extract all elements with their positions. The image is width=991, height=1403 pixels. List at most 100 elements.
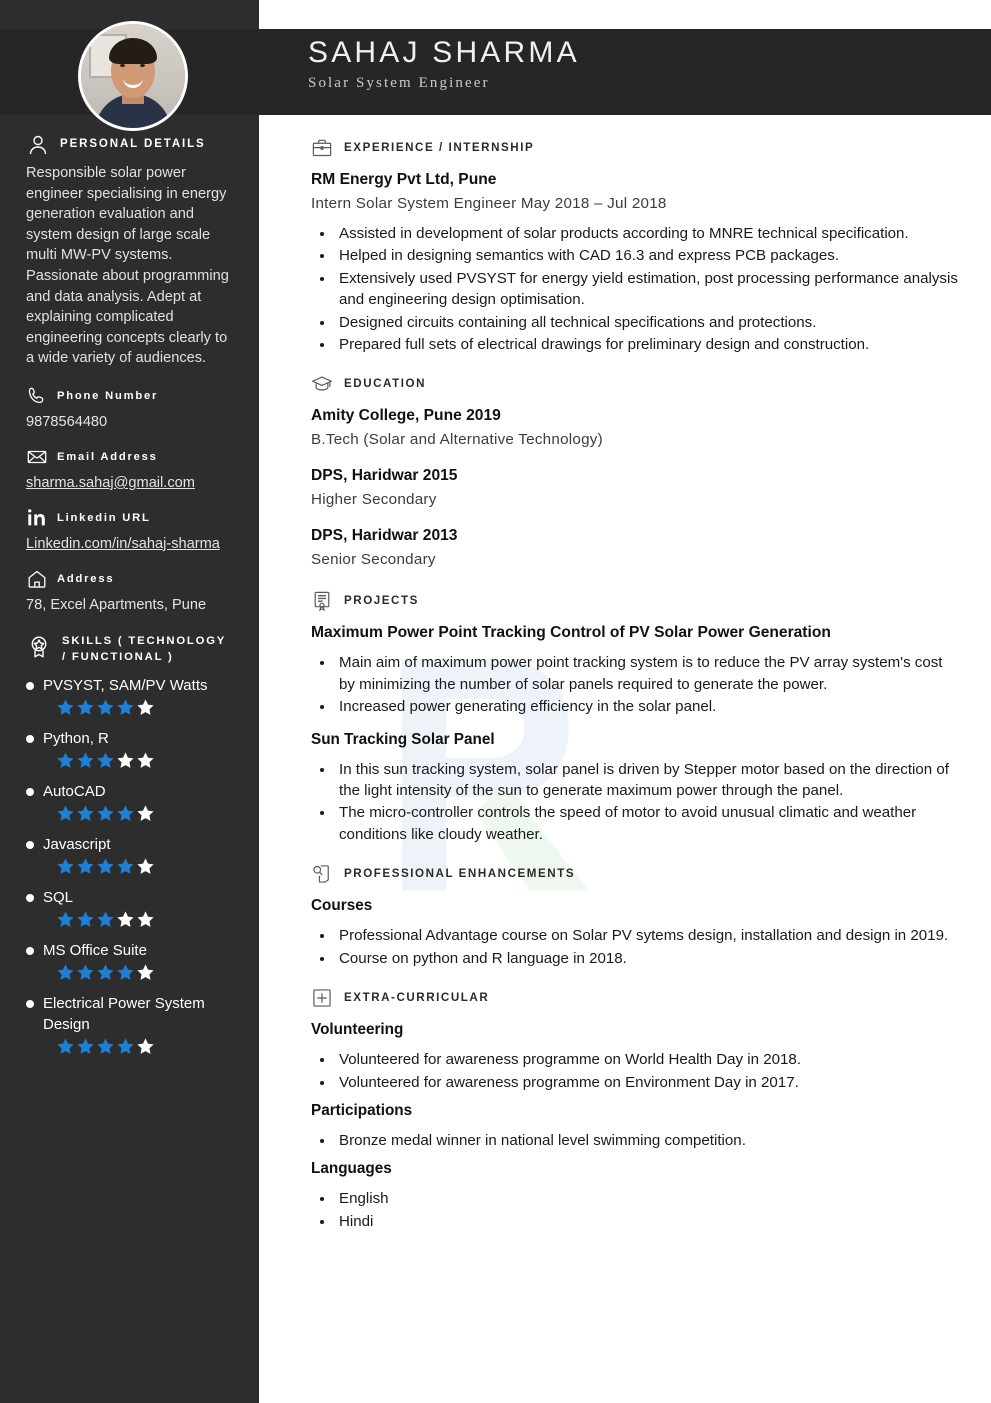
education-degree: Higher Secondary: [311, 491, 437, 509]
skill-name: SQL: [43, 888, 74, 906]
group-bullets: Volunteered for awareness programme on W…: [311, 1049, 961, 1093]
education-entry: DPS, Haridwar 2013 Senior Secondary: [311, 524, 961, 572]
skill-rating-stars: [56, 910, 233, 929]
award-badge-icon: [26, 634, 52, 660]
education-school: DPS, Haridwar 2015: [311, 467, 458, 485]
experience-bullets: Assisted in development of solar product…: [311, 223, 961, 355]
list-item: English: [335, 1188, 961, 1209]
extra-curricular-group: Volunteering Volunteered for awareness pr…: [311, 1018, 961, 1093]
group-bullets: Bronze medal winner in national level sw…: [311, 1130, 961, 1151]
extra-curricular-group: Languages EnglishHindi: [311, 1157, 961, 1232]
professional-enhancements-list: Courses Professional Advantage course on …: [311, 894, 961, 969]
contact-phone: Phone Number 9878564480: [26, 385, 233, 432]
education-school: DPS, Haridwar 2013: [311, 527, 458, 545]
skill-rating-stars: [56, 857, 233, 876]
list-item: Assisted in development of solar product…: [335, 223, 961, 244]
personal-details-header: PERSONAL DETAILS: [26, 133, 233, 157]
list-item: Prepared full sets of electrical drawing…: [335, 334, 961, 355]
home-icon: [26, 568, 48, 590]
sidebar: PERSONAL DETAILS Responsible solar power…: [0, 115, 259, 1067]
list-item: Professional Advantage course on Solar P…: [335, 925, 961, 946]
list-item: In this sun tracking system, solar panel…: [335, 759, 961, 802]
education-entry: Amity College, Pune 2019 B.Tech (Solar an…: [311, 404, 961, 452]
linkedin-label: Linkedin URL: [57, 511, 151, 524]
main-content: EXPERIENCE / INTERNSHIP RM Energy Pvt Lt…: [259, 115, 991, 1250]
skill-name: MS Office Suite: [43, 941, 147, 959]
phone-label: Phone Number: [57, 389, 159, 402]
skill-item: Python, R: [26, 728, 233, 770]
projects-section: PROJECTS Maximum Power Point Tracking Co…: [311, 590, 961, 845]
skill-name: Python, R: [43, 729, 109, 747]
person-icon: [26, 133, 50, 157]
group-bullets: EnglishHindi: [311, 1188, 961, 1232]
email-label: Email Address: [57, 450, 158, 463]
job-title: Solar System Engineer: [308, 75, 490, 91]
professional-enhancements-title: PROFESSIONAL ENHANCEMENTS: [344, 867, 576, 881]
enhancement-group: Courses Professional Advantage course on …: [311, 894, 961, 969]
linkedin-icon: [26, 507, 48, 529]
group-bullets: Professional Advantage course on Solar P…: [311, 925, 961, 969]
skill-rating-stars: [56, 963, 233, 982]
briefcase-icon: [311, 137, 333, 159]
experience-company: RM Energy Pvt Ltd, Pune: [311, 171, 497, 188]
project-entry: Maximum Power Point Tracking Control of …: [311, 621, 961, 717]
skill-name: PVSYST, SAM/PV Watts: [43, 676, 208, 694]
email-value[interactable]: sharma.sahaj@gmail.com: [26, 473, 233, 493]
skill-name: AutoCAD: [43, 782, 106, 800]
list-item: Designed circuits containing all technic…: [335, 312, 961, 333]
page-title: SAHAJ SHARMA: [308, 36, 580, 69]
extra-curricular-title: EXTRA-CURRICULAR: [344, 991, 490, 1005]
skill-item: AutoCAD: [26, 781, 233, 823]
list-item: Increased power generating efficiency in…: [335, 696, 961, 717]
skill-name: Javascript: [43, 835, 111, 853]
skill-item: Javascript: [26, 834, 233, 876]
graduation-cap-icon: [311, 373, 333, 395]
envelope-icon: [26, 446, 48, 468]
contact-address: Address 78, Excel Apartments, Pune: [26, 568, 233, 615]
experience-title: EXPERIENCE / INTERNSHIP: [344, 141, 535, 154]
group-heading: Volunteering: [311, 1021, 404, 1039]
professional-enhancements-section: PROFESSIONAL ENHANCEMENTS Courses Profess…: [311, 863, 961, 969]
experience-section: EXPERIENCE / INTERNSHIP RM Energy Pvt Lt…: [311, 137, 961, 355]
phone-value: 9878564480: [26, 413, 108, 430]
skill-item: PVSYST, SAM/PV Watts: [26, 675, 233, 717]
bullet-dot: [26, 893, 34, 902]
extra-curricular-list: Volunteering Volunteered for awareness pr…: [311, 1018, 961, 1232]
list-item: Helped in designing semantics with CAD 1…: [335, 245, 961, 266]
bullet-dot: [26, 734, 34, 743]
education-entry: DPS, Haridwar 2015 Higher Secondary: [311, 464, 961, 512]
bullet-dot: [26, 787, 34, 796]
bullet-dot: [26, 946, 34, 955]
header-text: SAHAJ SHARMA Solar System Engineer: [308, 33, 580, 92]
skills-title: SKILLS ( TECHNOLOGY / FUNCTIONAL ): [62, 634, 226, 663]
project-bullets: Main aim of maximum power point tracking…: [311, 652, 961, 717]
bullet-dot: [26, 840, 34, 849]
education-degree: Senior Secondary: [311, 551, 436, 569]
bullet-dot: [26, 681, 34, 690]
address-label: Address: [57, 572, 115, 585]
education-title: EDUCATION: [344, 377, 427, 391]
extra-curricular-section: EXTRA-CURRICULAR Volunteering Volunteered…: [311, 987, 961, 1232]
project-bullets: In this sun tracking system, solar panel…: [311, 759, 961, 846]
address-value: 78, Excel Apartments, Pune: [26, 596, 207, 613]
list-item: Main aim of maximum power point tracking…: [335, 652, 961, 695]
skill-rating-stars: [56, 698, 233, 717]
skill-item: Electrical Power System Design: [26, 993, 233, 1056]
education-degree: B.Tech (Solar and Alternative Technology…: [311, 431, 603, 449]
group-heading: Courses: [311, 897, 373, 915]
list-item: The micro-controller controls the speed …: [335, 802, 961, 845]
extra-curricular-group: Participations Bronze medal winner in nat…: [311, 1099, 961, 1151]
magnifier-document-icon: [311, 863, 333, 885]
projects-title: PROJECTS: [344, 594, 419, 608]
plus-box-icon: [311, 987, 333, 1009]
list-item: Volunteered for awareness programme on W…: [335, 1049, 961, 1070]
resume-page: SAHAJ SHARMA Solar System Engineer PERSO…: [0, 0, 991, 1403]
contact-linkedin: Linkedin URL Linkedin.com/in/sahaj-sharm…: [26, 507, 233, 554]
skill-item: MS Office Suite: [26, 940, 233, 982]
linkedin-value[interactable]: Linkedin.com/in/sahaj-sharma: [26, 534, 233, 554]
bullet-dot: [26, 999, 34, 1008]
project-name: Maximum Power Point Tracking Control of …: [311, 624, 831, 642]
project-name: Sun Tracking Solar Panel: [311, 730, 495, 748]
education-section: EDUCATION Amity College, Pune 2019 B.Tech…: [311, 373, 961, 572]
skills-header: SKILLS ( TECHNOLOGY / FUNCTIONAL ): [26, 633, 233, 665]
